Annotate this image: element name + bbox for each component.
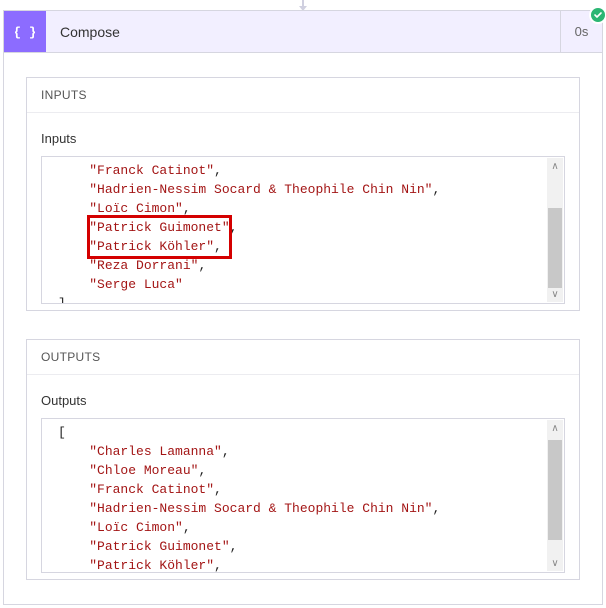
svg-text:{ }: { }: [15, 25, 35, 40]
outputs-field-label: Outputs: [41, 393, 565, 408]
inputs-scrollbar[interactable]: ∧ ∨: [547, 158, 563, 302]
scroll-thumb[interactable]: [548, 208, 562, 288]
outputs-code-box[interactable]: [ "Charles Lamanna", "Chloe Moreau", "Fr…: [41, 418, 565, 573]
arrow-down-connector: [302, 0, 304, 6]
inputs-code-box[interactable]: "Franck Catinot", "Hadrien-Nessim Socard…: [41, 156, 565, 304]
card-body: INPUTS Inputs "Franck Catinot", "Hadrien…: [4, 53, 602, 604]
scroll-down-icon[interactable]: ∨: [547, 555, 563, 571]
scroll-up-icon[interactable]: ∧: [547, 420, 563, 436]
outputs-scrollbar[interactable]: ∧ ∨: [547, 420, 563, 571]
compose-card: { } Compose 0s INPUTS Inputs "Franck Cat…: [3, 10, 603, 605]
inputs-field-label: Inputs: [41, 131, 565, 146]
card-header[interactable]: { } Compose 0s: [4, 11, 602, 53]
inputs-section: INPUTS Inputs "Franck Catinot", "Hadrien…: [26, 77, 580, 311]
outputs-section: OUTPUTS Outputs [ "Charles Lamanna", "Ch…: [26, 339, 580, 580]
scroll-up-icon[interactable]: ∧: [547, 158, 563, 174]
success-status-badge: [589, 6, 606, 24]
compose-icon: { }: [4, 11, 46, 52]
scroll-down-icon[interactable]: ∨: [547, 286, 563, 302]
outputs-section-header: OUTPUTS: [27, 340, 579, 375]
card-title: Compose: [46, 11, 560, 52]
inputs-section-header: INPUTS: [27, 78, 579, 113]
scroll-thumb[interactable]: [548, 440, 562, 540]
